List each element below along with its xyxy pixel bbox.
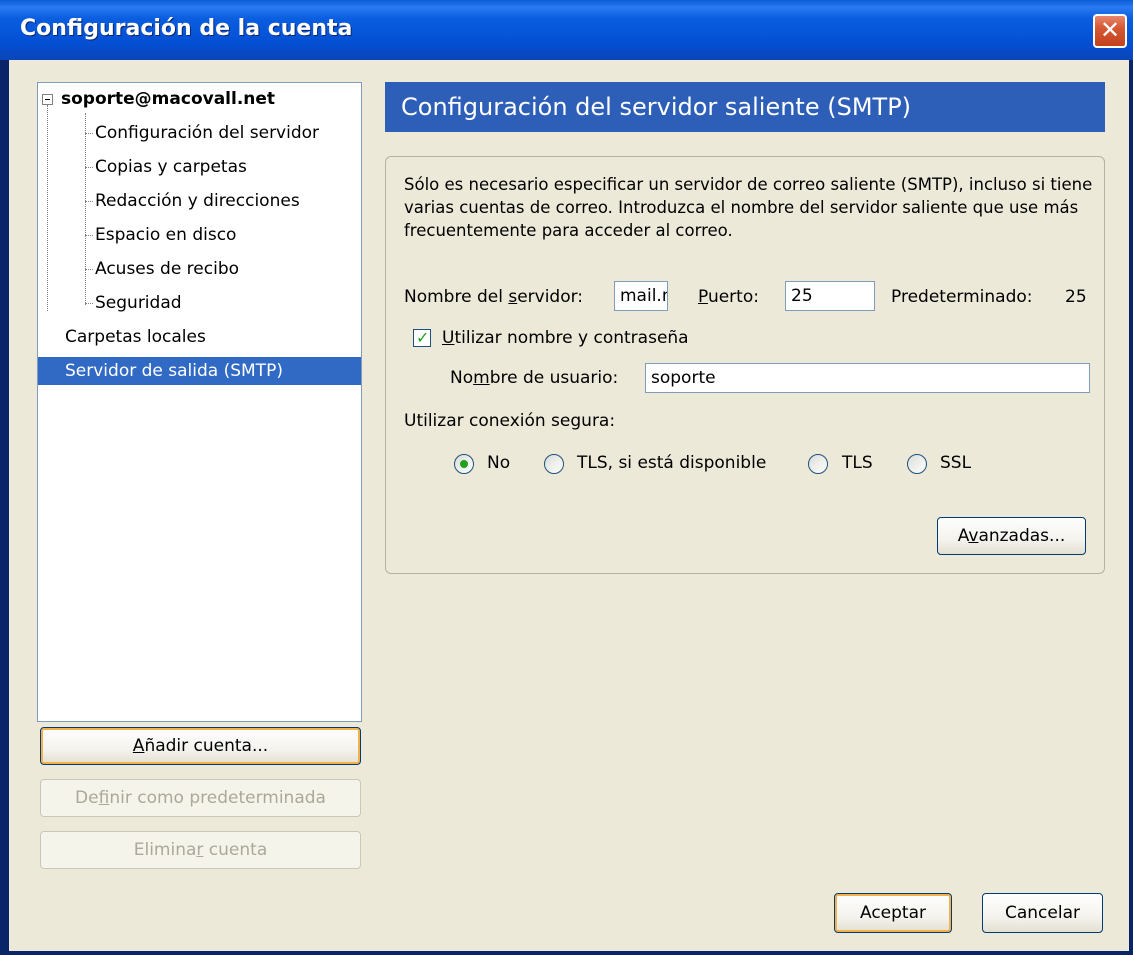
- tree-item-label: Copias y carpetas: [95, 157, 247, 177]
- tree-connector: [47, 105, 48, 311]
- tree-item-label: Redacción y direcciones: [95, 191, 300, 211]
- port-label: Puerto:: [698, 287, 759, 307]
- use-auth-label[interactable]: Utilizar nombre y contraseña: [442, 328, 689, 348]
- check-icon: ✓: [416, 328, 430, 347]
- access-key: A: [132, 736, 145, 756]
- advanced-button[interactable]: Avanzadas...: [937, 517, 1086, 555]
- default-port-label: Predeterminado:: [891, 287, 1033, 307]
- tree-connector: [85, 235, 93, 236]
- radio-secure-no-label[interactable]: No: [487, 453, 510, 473]
- close-button[interactable]: ✕: [1093, 14, 1127, 48]
- radio-secure-tls-available-label[interactable]: TLS, si está disponible: [577, 453, 766, 473]
- add-account-button[interactable]: Añadir cuenta...: [40, 727, 361, 765]
- button-text: A: [957, 526, 969, 546]
- tree-connector: [85, 201, 93, 202]
- button-text: ñadir cuenta...: [144, 736, 269, 756]
- secure-connection-label: Utilizar conexión segura:: [404, 411, 616, 431]
- button-text: De: [75, 788, 99, 808]
- tree-connector: [85, 167, 93, 168]
- tree-item-label: Carpetas locales: [65, 327, 206, 347]
- username-label: Nombre de usuario:: [450, 368, 619, 388]
- radio-secure-tls[interactable]: [808, 454, 828, 474]
- account-settings-window: Configuración de la cuenta ✕ soporte@mac…: [0, 0, 1133, 955]
- tree-connector: [85, 269, 93, 270]
- tree-item-label: Acuses de recibo: [95, 259, 240, 279]
- cancel-button[interactable]: Cancelar: [982, 893, 1103, 933]
- close-icon: ✕: [1099, 16, 1121, 44]
- set-default-button[interactable]: Definir como predeterminada: [40, 779, 361, 817]
- window-title: Configuración de la cuenta: [20, 16, 353, 41]
- server-name-input[interactable]: mail.macovall.net: [614, 281, 668, 311]
- button-text: Elimina: [133, 840, 197, 860]
- radio-secure-no[interactable]: [454, 454, 474, 474]
- button-text: cuenta: [203, 840, 268, 860]
- ok-button[interactable]: Aceptar: [834, 893, 952, 933]
- use-auth-checkbox[interactable]: ✓: [413, 329, 431, 347]
- access-key: f: [98, 788, 110, 808]
- tree-item-account[interactable]: soporte@macovall.net: [38, 85, 358, 113]
- tree-item-label: Espacio en disco: [95, 225, 237, 245]
- tree-item-label: Servidor de salida (SMTP): [65, 361, 283, 381]
- radio-selected-dot: [460, 460, 468, 468]
- tree-item-smtp[interactable]: Servidor de salida (SMTP): [38, 357, 361, 385]
- delete-account-button[interactable]: Eliminar cuenta: [40, 831, 361, 869]
- server-name-label: Nombre del servidor:: [404, 287, 584, 307]
- button-text: anzadas...: [978, 526, 1066, 546]
- radio-secure-tls-label[interactable]: TLS: [842, 453, 873, 473]
- default-port-value: 25: [1065, 287, 1087, 307]
- tree-connector: [85, 303, 93, 304]
- tree-connector: [85, 133, 93, 134]
- port-input[interactable]: 25: [785, 281, 875, 311]
- smtp-description: Sólo es necesario especificar un servido…: [404, 175, 1093, 240]
- radio-secure-ssl-label[interactable]: SSL: [940, 453, 971, 473]
- account-tree[interactable]: soporte@macovall.net Configuración del s…: [37, 82, 362, 722]
- title-bar[interactable]: Configuración de la cuenta ✕: [0, 0, 1133, 60]
- radio-secure-tls-available[interactable]: [544, 454, 564, 474]
- collapse-icon[interactable]: [42, 94, 53, 105]
- dialog-body: soporte@macovall.net Configuración del s…: [9, 60, 1129, 951]
- access-key: v: [968, 526, 979, 546]
- button-text: inir como predeterminada: [109, 788, 326, 808]
- smtp-settings-group: Sólo es necesario especificar un servido…: [385, 156, 1105, 574]
- panel-header: Configuración del servidor saliente (SMT…: [385, 82, 1105, 132]
- username-input[interactable]: soporte: [645, 363, 1090, 393]
- tree-item-label: Configuración del servidor: [95, 123, 320, 143]
- tree-item-label: Seguridad: [95, 293, 182, 313]
- tree-item-local-folders[interactable]: Carpetas locales: [65, 323, 206, 351]
- tree-connector: [85, 113, 86, 305]
- account-label: soporte@macovall.net: [61, 89, 276, 109]
- radio-secure-ssl[interactable]: [907, 454, 927, 474]
